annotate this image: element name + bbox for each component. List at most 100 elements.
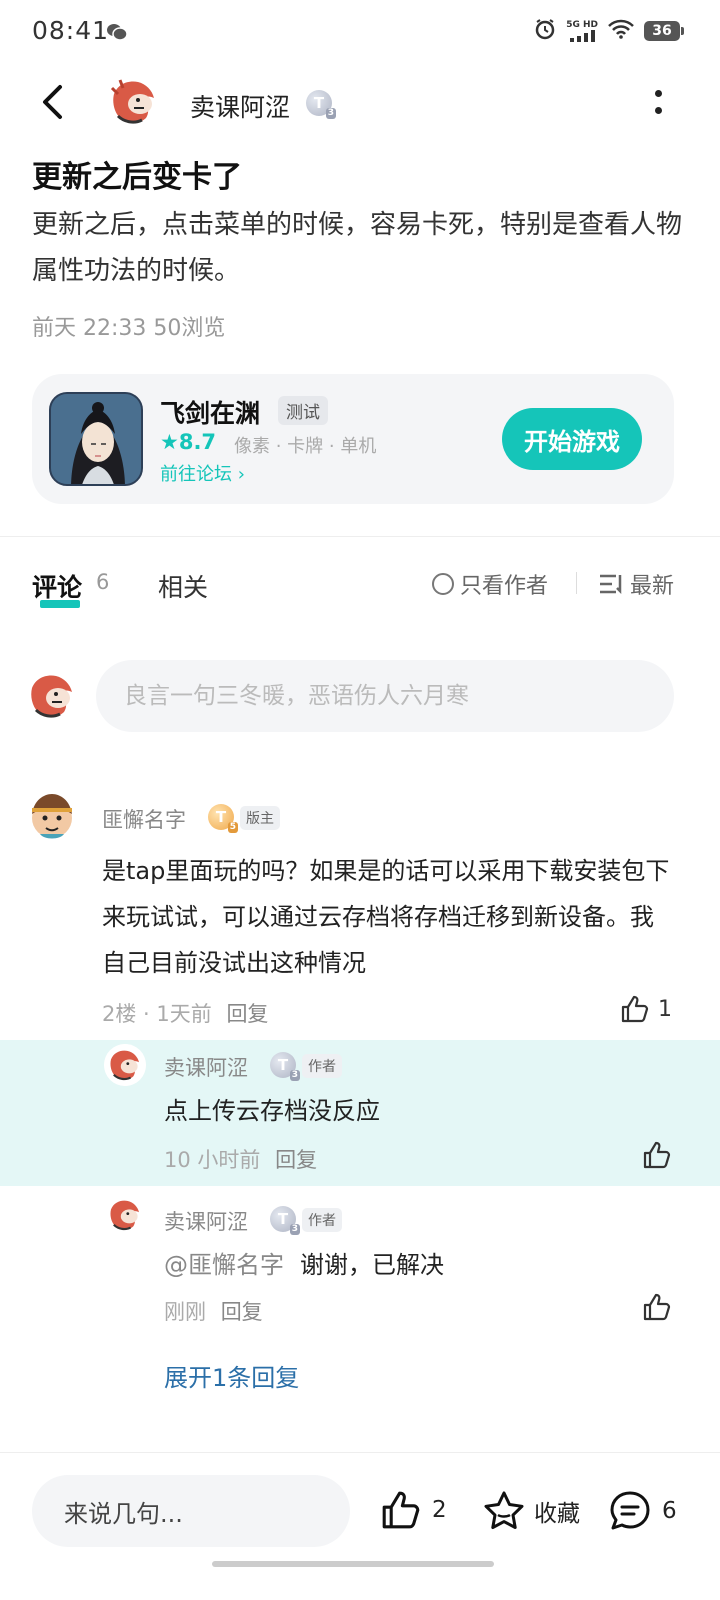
commenter-name[interactable]: 匪懈名字 [102, 804, 186, 834]
comment-meta: 2楼 · 1天前 回复 [102, 998, 268, 1028]
divider [576, 572, 577, 594]
author-only-label: 只看作者 [460, 574, 549, 599]
more-dot-icon [654, 90, 662, 97]
reply-time: 刚刚 [164, 1300, 206, 1324]
post-body: 更新之后，点击菜单的时候，容易卡死，特别是查看人物属性功法的时候。 [32, 210, 683, 286]
reply-meta: 刚刚 回复 [164, 1296, 263, 1326]
reply-item: 卖课阿涩 T3 作者 点上传云存档没反应 10 小时前 回复 [0, 1040, 720, 1186]
badge-letter: T [215, 808, 227, 826]
chat-bubble-icon [610, 1491, 650, 1530]
sort-button[interactable]: 最新 [598, 568, 674, 600]
badge-level: 3 [289, 1224, 300, 1235]
tab-related[interactable]: 相关 [158, 568, 208, 604]
home-indicator[interactable] [212, 1561, 494, 1567]
current-user-avatar [22, 666, 82, 726]
badge-level: 3 [289, 1070, 300, 1081]
comment-tabs: 评论 6 相关 只看作者 最新 [0, 548, 720, 618]
post-title: 更新之后变卡了 [32, 160, 242, 195]
tab-comments[interactable]: 评论 [32, 568, 82, 604]
user-level-badge: T5 [208, 804, 238, 833]
reply-author-name[interactable]: 卖课阿涩 [164, 1052, 248, 1082]
author-only-toggle[interactable]: 只看作者 [432, 568, 548, 600]
wifi-icon [608, 19, 634, 43]
favorite-button[interactable]: 收藏 [482, 1489, 580, 1533]
status-bar: 08:41 5G HD 36 [0, 0, 720, 66]
author-avatar[interactable] [104, 72, 164, 132]
commenter-avatar[interactable] [22, 786, 82, 846]
comment-input-row [0, 660, 720, 732]
badge-letter: T [277, 1056, 289, 1074]
back-button[interactable] [34, 82, 70, 122]
favorite-label: 收藏 [534, 1501, 580, 1527]
radio-icon [432, 573, 454, 595]
chevron-left-icon [43, 85, 62, 119]
badge-level: 5 [227, 822, 238, 833]
game-tag: 测试 [278, 396, 328, 425]
game-card[interactable]: 飞剑在渊 测试 ★8.7 像素 · 卡牌 · 单机 前往论坛 › 开始游戏 [32, 374, 674, 504]
divider [0, 536, 720, 537]
reply-item: 卖课阿涩 T3 作者 @匪懈名字 谢谢，已解决 刚刚 回复 [0, 1194, 720, 1344]
star-icon [484, 1491, 524, 1529]
badge-letter: T [277, 1210, 289, 1228]
signal-icon: 5G HD [566, 19, 598, 42]
badge-level: 3 [325, 108, 336, 119]
comment-count: 6 [96, 570, 110, 594]
like-button[interactable] [642, 1292, 672, 1322]
start-game-button[interactable]: 开始游戏 [502, 408, 642, 470]
post-comment-count: 6 [662, 1498, 677, 1524]
reply-avatar[interactable] [104, 1194, 146, 1236]
tab-active-indicator [40, 600, 80, 608]
status-icons: 5G HD 36 [534, 18, 684, 44]
badge-letter: T [313, 94, 325, 112]
reply-text: @匪懈名字 谢谢，已解决 [164, 1242, 664, 1288]
game-categories: 像素 · 卡牌 · 单机 [234, 436, 377, 457]
author-name[interactable]: 卖课阿涩 [190, 88, 290, 124]
moderator-tag: 版主 [240, 806, 280, 830]
reply-button[interactable]: 回复 [275, 1148, 317, 1172]
user-level-badge: T3 [270, 1206, 300, 1235]
comments-button[interactable]: 6 [608, 1489, 677, 1533]
bottom-bar: 来说几句... 2 收藏 6 [0, 1452, 720, 1600]
reply-avatar[interactable] [104, 1044, 146, 1086]
reply-button[interactable]: 回复 [226, 1002, 268, 1026]
user-level-badge: T3 [270, 1052, 300, 1081]
battery-icon: 36 [644, 21, 684, 41]
like-count: 1 [658, 996, 672, 1022]
sort-label: 最新 [630, 574, 675, 599]
game-rating: ★8.7 [160, 430, 217, 454]
post-meta: 前天 22:33 50浏览 [32, 316, 226, 341]
alarm-icon [534, 18, 556, 44]
bottom-comment-input[interactable]: 来说几句... [32, 1475, 350, 1547]
more-options-button[interactable] [648, 84, 668, 120]
reply-time: 10 小时前 [164, 1148, 261, 1172]
post-like-count: 2 [432, 1497, 447, 1523]
reply-button[interactable]: 回复 [221, 1300, 263, 1324]
post-header: 卖课阿涩 T3 [0, 66, 720, 142]
game-name[interactable]: 飞剑在渊 [160, 394, 260, 430]
author-tag: 作者 [302, 1054, 342, 1078]
expand-replies-link[interactable]: 展开1条回复 [164, 1358, 299, 1393]
like-button[interactable] [642, 1140, 672, 1170]
like-button[interactable]: 1 [620, 994, 672, 1024]
thumbs-up-icon [382, 1491, 420, 1529]
game-icon[interactable] [49, 392, 143, 486]
user-level-badge: T3 [306, 90, 336, 119]
author-tag: 作者 [302, 1208, 342, 1232]
post-like-button[interactable]: 2 [380, 1489, 447, 1531]
network-label: 5G HD [566, 19, 598, 30]
thumbs-up-icon [643, 1293, 671, 1321]
forum-link[interactable]: 前往论坛 › [160, 460, 245, 486]
more-dot-icon [654, 107, 662, 114]
reply-meta: 10 小时前 回复 [164, 1144, 317, 1174]
wechat-icon [106, 22, 128, 46]
status-time: 08:41 [32, 16, 110, 45]
comment-floor-time: 2楼 · 1天前 [102, 1002, 212, 1026]
reply-text-body: 谢谢，已解决 [300, 1251, 444, 1279]
reply-text: 点上传云存档没反应 [164, 1097, 380, 1125]
thumbs-up-icon [643, 1141, 671, 1169]
reply-author-name[interactable]: 卖课阿涩 [164, 1206, 248, 1236]
comment-input[interactable] [96, 660, 674, 732]
comment-item: 匪懈名字 T5 版主 是tap里面玩的吗？如果是的话可以采用下载安装包下来玩试试… [0, 784, 720, 1034]
mention-link[interactable]: @匪懈名字 [164, 1251, 284, 1279]
sort-icon [600, 574, 622, 595]
